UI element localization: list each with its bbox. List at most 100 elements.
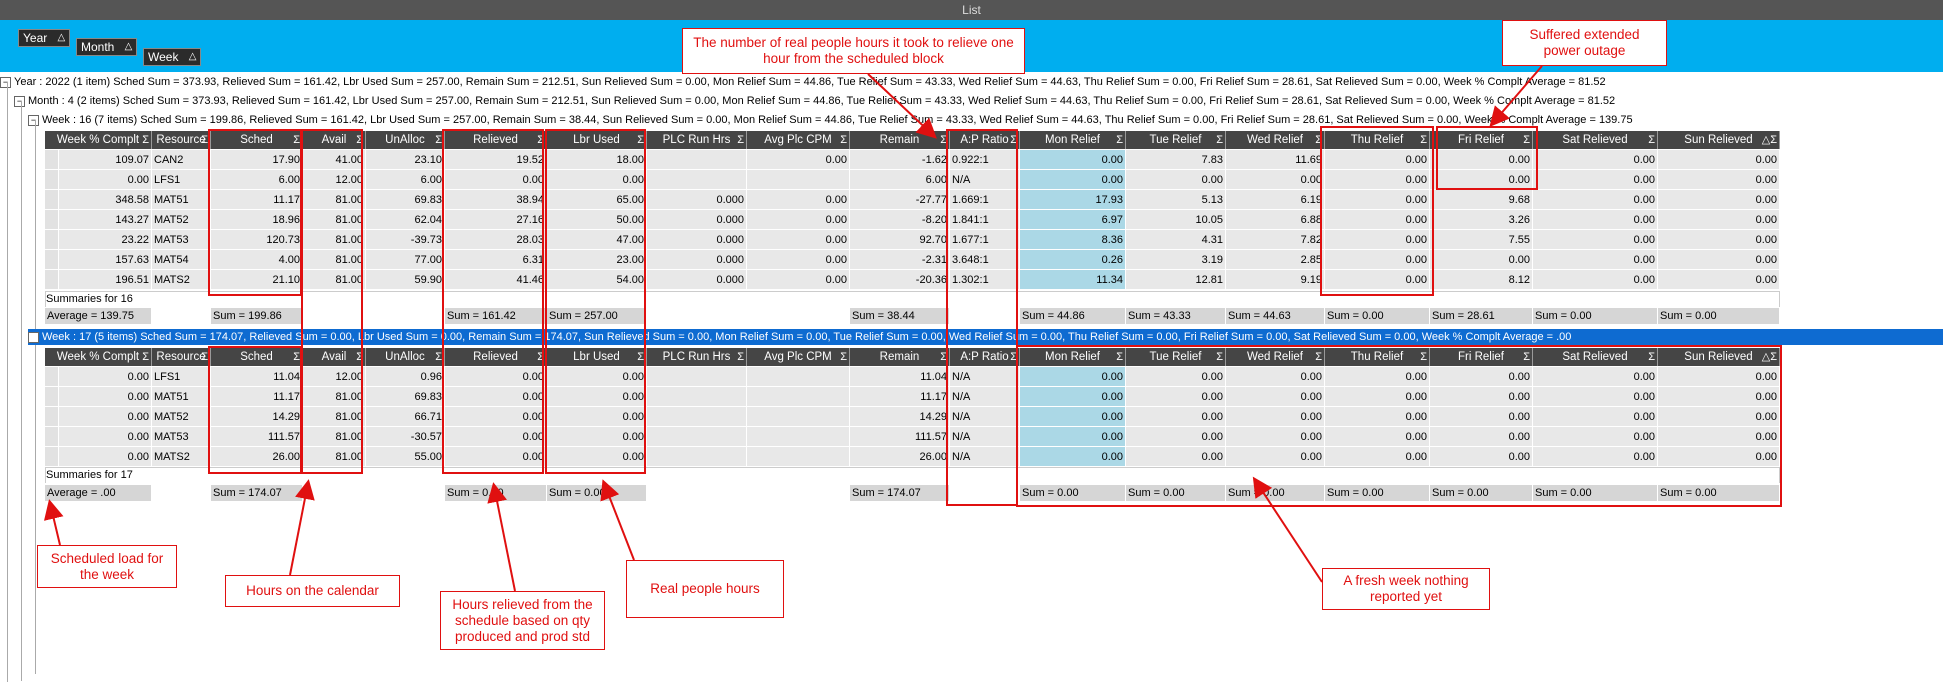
sum-icon[interactable]: Σ bbox=[1116, 348, 1123, 366]
table-cell[interactable]: 0.00 bbox=[445, 447, 547, 467]
table-cell[interactable]: 11.69 bbox=[1226, 150, 1325, 170]
table-cell[interactable]: 0.00 bbox=[59, 447, 152, 467]
column-header[interactable]: Thu Relief Σ bbox=[1325, 348, 1430, 366]
table-cell[interactable]: 0.00 bbox=[445, 407, 547, 427]
group-chip-year[interactable]: Year △ bbox=[18, 29, 71, 47]
column-header[interactable]: PLC Run Hrs Σ bbox=[647, 348, 747, 366]
table-cell[interactable]: -1.62 bbox=[850, 150, 950, 170]
table-cell[interactable]: 0.00 bbox=[1226, 407, 1325, 427]
table-cell[interactable]: 9.19 bbox=[1226, 270, 1325, 290]
table-cell[interactable]: 0.00 bbox=[1020, 407, 1126, 427]
table-cell[interactable]: 50.00 bbox=[547, 210, 647, 230]
table-cell[interactable]: 26.00 bbox=[850, 447, 950, 467]
table-cell[interactable]: N/A bbox=[950, 367, 1020, 387]
table-cell[interactable]: LFS1 bbox=[152, 367, 211, 387]
table-cell[interactable]: 0.00 bbox=[1430, 367, 1533, 387]
table-cell[interactable]: 111.57 bbox=[850, 427, 950, 447]
row-selector[interactable] bbox=[45, 407, 59, 427]
table-cell[interactable]: 196.51 bbox=[59, 270, 152, 290]
table-cell[interactable]: 0.00 bbox=[1226, 170, 1325, 190]
sum-icon[interactable]: Σ bbox=[356, 131, 363, 149]
table-cell[interactable]: 0.00 bbox=[1126, 407, 1226, 427]
table-cell[interactable]: 0.00 bbox=[1533, 170, 1658, 190]
table-cell[interactable]: 62.04 bbox=[366, 210, 445, 230]
table-cell[interactable]: 6.19 bbox=[1226, 190, 1325, 210]
table-cell[interactable]: 6.88 bbox=[1226, 210, 1325, 230]
table-cell[interactable]: MATS2 bbox=[152, 447, 211, 467]
table-cell[interactable]: 12.00 bbox=[303, 367, 366, 387]
table-cell[interactable]: 0.00 bbox=[1325, 170, 1430, 190]
table-cell[interactable]: 0.00 bbox=[1430, 447, 1533, 467]
table-cell[interactable]: 0.00 bbox=[1325, 190, 1430, 210]
sum-icon[interactable]: Σ bbox=[201, 348, 208, 366]
sum-icon[interactable]: Σ bbox=[142, 131, 149, 149]
column-header[interactable]: UnAlloc Σ bbox=[366, 348, 445, 366]
table-cell[interactable] bbox=[747, 447, 850, 467]
table-cell[interactable]: 0.00 bbox=[1533, 230, 1658, 250]
column-header[interactable]: A:P Ratio Σ bbox=[950, 348, 1020, 366]
sum-icon[interactable]: Σ bbox=[435, 348, 442, 366]
table-cell[interactable]: 0.00 bbox=[1533, 150, 1658, 170]
table-cell[interactable]: 0.00 bbox=[1126, 367, 1226, 387]
table-cell[interactable]: 0.00 bbox=[1126, 447, 1226, 467]
group-row-week17[interactable]: − Week : 17 (5 items) Sched Sum = 174.07,… bbox=[28, 329, 1943, 345]
table-cell[interactable]: 0.00 bbox=[1020, 170, 1126, 190]
column-header[interactable]: Thu Relief Σ bbox=[1325, 131, 1430, 149]
table-cell[interactable]: 0.00 bbox=[747, 190, 850, 210]
column-header[interactable]: Resource Σ bbox=[152, 348, 211, 366]
row-selector[interactable] bbox=[45, 427, 59, 447]
table-cell[interactable]: 0.00 bbox=[1533, 270, 1658, 290]
table-cell[interactable]: LFS1 bbox=[152, 170, 211, 190]
table-cell[interactable]: 38.94 bbox=[445, 190, 547, 210]
table-cell[interactable]: 0.00 bbox=[747, 230, 850, 250]
table-cell[interactable]: 0.00 bbox=[547, 407, 647, 427]
table-cell[interactable]: N/A bbox=[950, 387, 1020, 407]
table-cell[interactable]: MATS2 bbox=[152, 270, 211, 290]
table-cell[interactable]: 0.00 bbox=[1126, 170, 1226, 190]
table-cell[interactable]: 0.00 bbox=[1430, 250, 1533, 270]
sum-icon[interactable]: Σ bbox=[840, 131, 847, 149]
table-cell[interactable]: 0.96 bbox=[366, 367, 445, 387]
table-cell[interactable]: 5.13 bbox=[1126, 190, 1226, 210]
table-cell[interactable]: 17.90 bbox=[211, 150, 303, 170]
table-cell[interactable]: 81.00 bbox=[303, 387, 366, 407]
table-cell[interactable]: 143.27 bbox=[59, 210, 152, 230]
sum-icon[interactable]: Σ bbox=[737, 348, 744, 366]
column-header[interactable]: A:P Ratio Σ bbox=[950, 131, 1020, 149]
table-cell[interactable]: 18.00 bbox=[547, 150, 647, 170]
sum-icon[interactable]: Σ bbox=[940, 348, 947, 366]
column-header[interactable]: Avg Plc CPM Σ bbox=[747, 348, 850, 366]
table-cell[interactable]: 81.00 bbox=[303, 447, 366, 467]
row-selector[interactable] bbox=[45, 367, 59, 387]
table-cell[interactable]: 6.97 bbox=[1020, 210, 1126, 230]
collapse-toggle-icon[interactable]: − bbox=[0, 76, 11, 88]
sort-up-icon[interactable]: △ bbox=[58, 30, 66, 46]
table-cell[interactable]: 0.00 bbox=[547, 367, 647, 387]
collapse-toggle-icon[interactable]: − bbox=[14, 95, 25, 107]
table-cell[interactable]: 0.000 bbox=[647, 190, 747, 210]
table-cell[interactable]: MAT52 bbox=[152, 210, 211, 230]
table-cell[interactable]: 0.00 bbox=[1658, 210, 1780, 230]
table-cell[interactable]: 55.00 bbox=[366, 447, 445, 467]
table-cell[interactable]: N/A bbox=[950, 427, 1020, 447]
sum-icon[interactable]: Σ bbox=[637, 348, 644, 366]
table-cell[interactable]: -8.20 bbox=[850, 210, 950, 230]
table-cell[interactable]: MAT54 bbox=[152, 250, 211, 270]
sum-icon[interactable]: Σ bbox=[1420, 131, 1427, 149]
table-cell[interactable]: 1.302:1 bbox=[950, 270, 1020, 290]
table-cell[interactable]: 23.22 bbox=[59, 230, 152, 250]
table-cell[interactable]: 4.00 bbox=[211, 250, 303, 270]
table-cell[interactable]: 0.000 bbox=[647, 210, 747, 230]
table-cell[interactable] bbox=[647, 170, 747, 190]
table-cell[interactable]: 0.00 bbox=[1325, 250, 1430, 270]
table-cell[interactable]: 0.00 bbox=[747, 150, 850, 170]
table-cell[interactable]: 69.83 bbox=[366, 190, 445, 210]
table-cell[interactable]: 7.55 bbox=[1430, 230, 1533, 250]
table-cell[interactable]: 0.00 bbox=[1020, 367, 1126, 387]
row-selector[interactable] bbox=[45, 250, 59, 270]
sum-icon[interactable]: Σ bbox=[293, 348, 300, 366]
table-cell[interactable]: 1.677:1 bbox=[950, 230, 1020, 250]
table-cell[interactable]: 157.63 bbox=[59, 250, 152, 270]
sum-icon[interactable]: Σ bbox=[637, 131, 644, 149]
table-cell[interactable]: -27.77 bbox=[850, 190, 950, 210]
